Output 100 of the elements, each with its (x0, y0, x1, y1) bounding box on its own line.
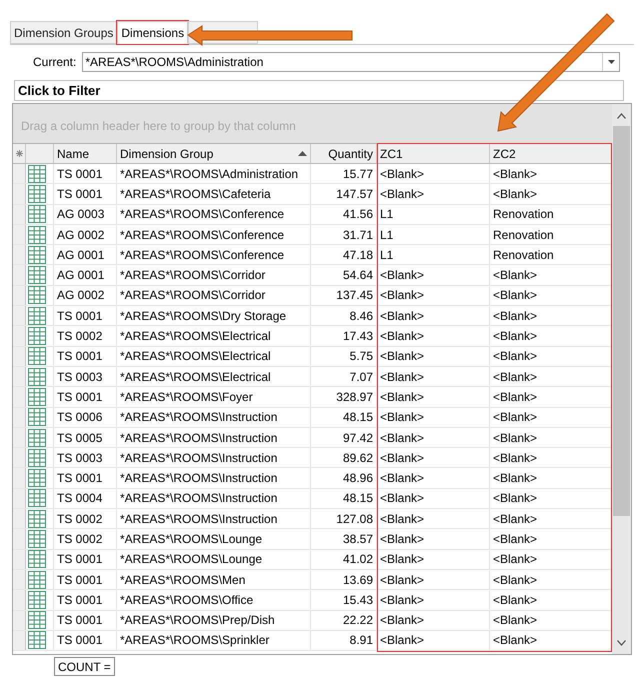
table-cell: <Blank> (377, 387, 490, 407)
scrollbar[interactable] (612, 104, 631, 654)
table-cell: TS 0001 (54, 164, 117, 184)
scroll-down-icon[interactable] (617, 640, 626, 646)
table-cell: *AREAS*\ROOMS\Men (117, 570, 311, 590)
table-cell: 48.96 (311, 468, 377, 488)
row-indicator[interactable] (13, 306, 26, 326)
table-cell: AG 0002 (54, 286, 117, 306)
tab[interactable]: Dimension Groups (10, 21, 118, 44)
table-cell: *AREAS*\ROOMS\Instruction (117, 468, 311, 488)
row-indicator[interactable] (13, 326, 26, 346)
row-indicator[interactable] (13, 265, 26, 285)
group-panel-hint: Drag a column header here to group by that column (21, 118, 296, 135)
table-cell: AG 0002 (54, 224, 117, 244)
table-cell: <Blank> (377, 164, 490, 184)
scroll-thumb[interactable] (613, 126, 630, 516)
table-cell: 15.77 (311, 164, 377, 184)
table-cell: L1 (377, 204, 490, 224)
table-cell: 328.97 (311, 387, 377, 407)
table-grid-icon (28, 205, 46, 224)
row-indicator[interactable] (13, 468, 26, 488)
table-grid-icon (28, 408, 46, 426)
table-cell: *AREAS*\ROOMS\Dry Storage (117, 306, 311, 326)
table-grid-icon (28, 246, 46, 264)
table-cell: 38.57 (311, 529, 377, 549)
table-cell: <Blank> (377, 326, 490, 346)
table-cell: *AREAS*\ROOMS\Electrical (117, 326, 311, 346)
table-cell: TS 0001 (54, 184, 117, 204)
table-cell: 5.75 (311, 346, 377, 366)
column-header[interactable]: ZC1 (377, 144, 490, 163)
table-cell: <Blank> (377, 488, 490, 508)
current-dropdown[interactable]: *AREAS*\ROOMS\Administration (82, 52, 620, 72)
table-cell: 127.08 (311, 509, 377, 528)
table-cell: 48.15 (311, 488, 377, 508)
table-cell: 7.07 (311, 366, 377, 386)
table-cell: *AREAS*\ROOMS\Instruction (117, 488, 311, 508)
table-grid-icon (28, 164, 46, 183)
table-cell: TS 0006 (54, 408, 117, 427)
column-header[interactable]: Quantity (311, 144, 377, 163)
row-indicator[interactable] (13, 224, 26, 244)
row-indicator[interactable] (13, 509, 26, 528)
table-grid-icon (28, 590, 46, 609)
table-cell: 13.69 (311, 570, 377, 590)
table-cell: TS 0001 (54, 630, 117, 650)
table-cell: 41.56 (311, 204, 377, 224)
table-cell: <Blank> (377, 550, 490, 569)
row-indicator[interactable] (13, 408, 26, 427)
row-indicator[interactable] (13, 550, 26, 569)
dropdown-arrow-icon (608, 60, 615, 64)
table-cell: 147.57 (311, 184, 377, 204)
row-indicator[interactable] (13, 366, 26, 386)
table-cell: 89.62 (311, 448, 377, 468)
table-cell: TS 0001 (54, 468, 117, 488)
table-grid-icon (28, 448, 46, 467)
tab[interactable]: Dimensions (117, 21, 188, 44)
row-indicator[interactable] (13, 245, 26, 264)
table-cell: 47.18 (311, 245, 377, 264)
table-cell: 31.71 (311, 224, 377, 244)
table-cell: <Blank> (377, 286, 490, 306)
table-grid-icon (28, 631, 46, 650)
filter-field[interactable]: Click to Filter (14, 80, 624, 101)
row-indicator[interactable] (13, 387, 26, 407)
table-cell: TS 0001 (54, 346, 117, 366)
table-grid-icon (28, 184, 46, 203)
table-cell: *AREAS*\ROOMS\Office (117, 590, 311, 610)
table-cell: TS 0002 (54, 529, 117, 549)
table-cell: TS 0004 (54, 488, 117, 508)
row-indicator[interactable] (13, 448, 26, 468)
table-cell: <Blank> (377, 630, 490, 650)
table-cell: AG 0001 (54, 245, 117, 264)
table-cell: <Blank> (377, 590, 490, 610)
row-indicator[interactable] (13, 488, 26, 508)
row-indicator[interactable] (13, 529, 26, 549)
table-cell: <Blank> (377, 184, 490, 204)
row-indicator[interactable] (13, 610, 26, 630)
table-cell: <Blank> (377, 408, 490, 427)
row-indicator[interactable] (13, 570, 26, 590)
table-grid-icon (28, 306, 46, 325)
row-indicator[interactable] (13, 184, 26, 204)
column-header[interactable]: Name (54, 144, 117, 163)
table-cell: AG 0001 (54, 265, 117, 285)
row-indicator[interactable] (13, 286, 26, 306)
table-cell: 22.22 (311, 610, 377, 630)
row-indicator[interactable] (13, 630, 26, 650)
count-summary: COUNT = (54, 657, 115, 676)
row-indicator[interactable] (13, 204, 26, 224)
table-cell: *AREAS*\ROOMS\Electrical (117, 366, 311, 386)
table-cell: *AREAS*\ROOMS\Lounge (117, 529, 311, 549)
table-grid-icon (28, 570, 46, 589)
table-cell: TS 0003 (54, 366, 117, 386)
table-cell: <Blank> (377, 428, 490, 448)
column-header[interactable]: Dimension Group (117, 144, 311, 163)
row-indicator[interactable] (13, 164, 26, 184)
table-cell: *AREAS*\ROOMS\Corridor (117, 286, 311, 306)
row-indicator[interactable] (13, 346, 26, 366)
row-indicator[interactable] (13, 590, 26, 610)
table-cell: <Blank> (377, 529, 490, 549)
row-indicator[interactable] (13, 428, 26, 448)
table-cell: TS 0002 (54, 326, 117, 346)
scroll-up-icon[interactable] (617, 113, 626, 119)
